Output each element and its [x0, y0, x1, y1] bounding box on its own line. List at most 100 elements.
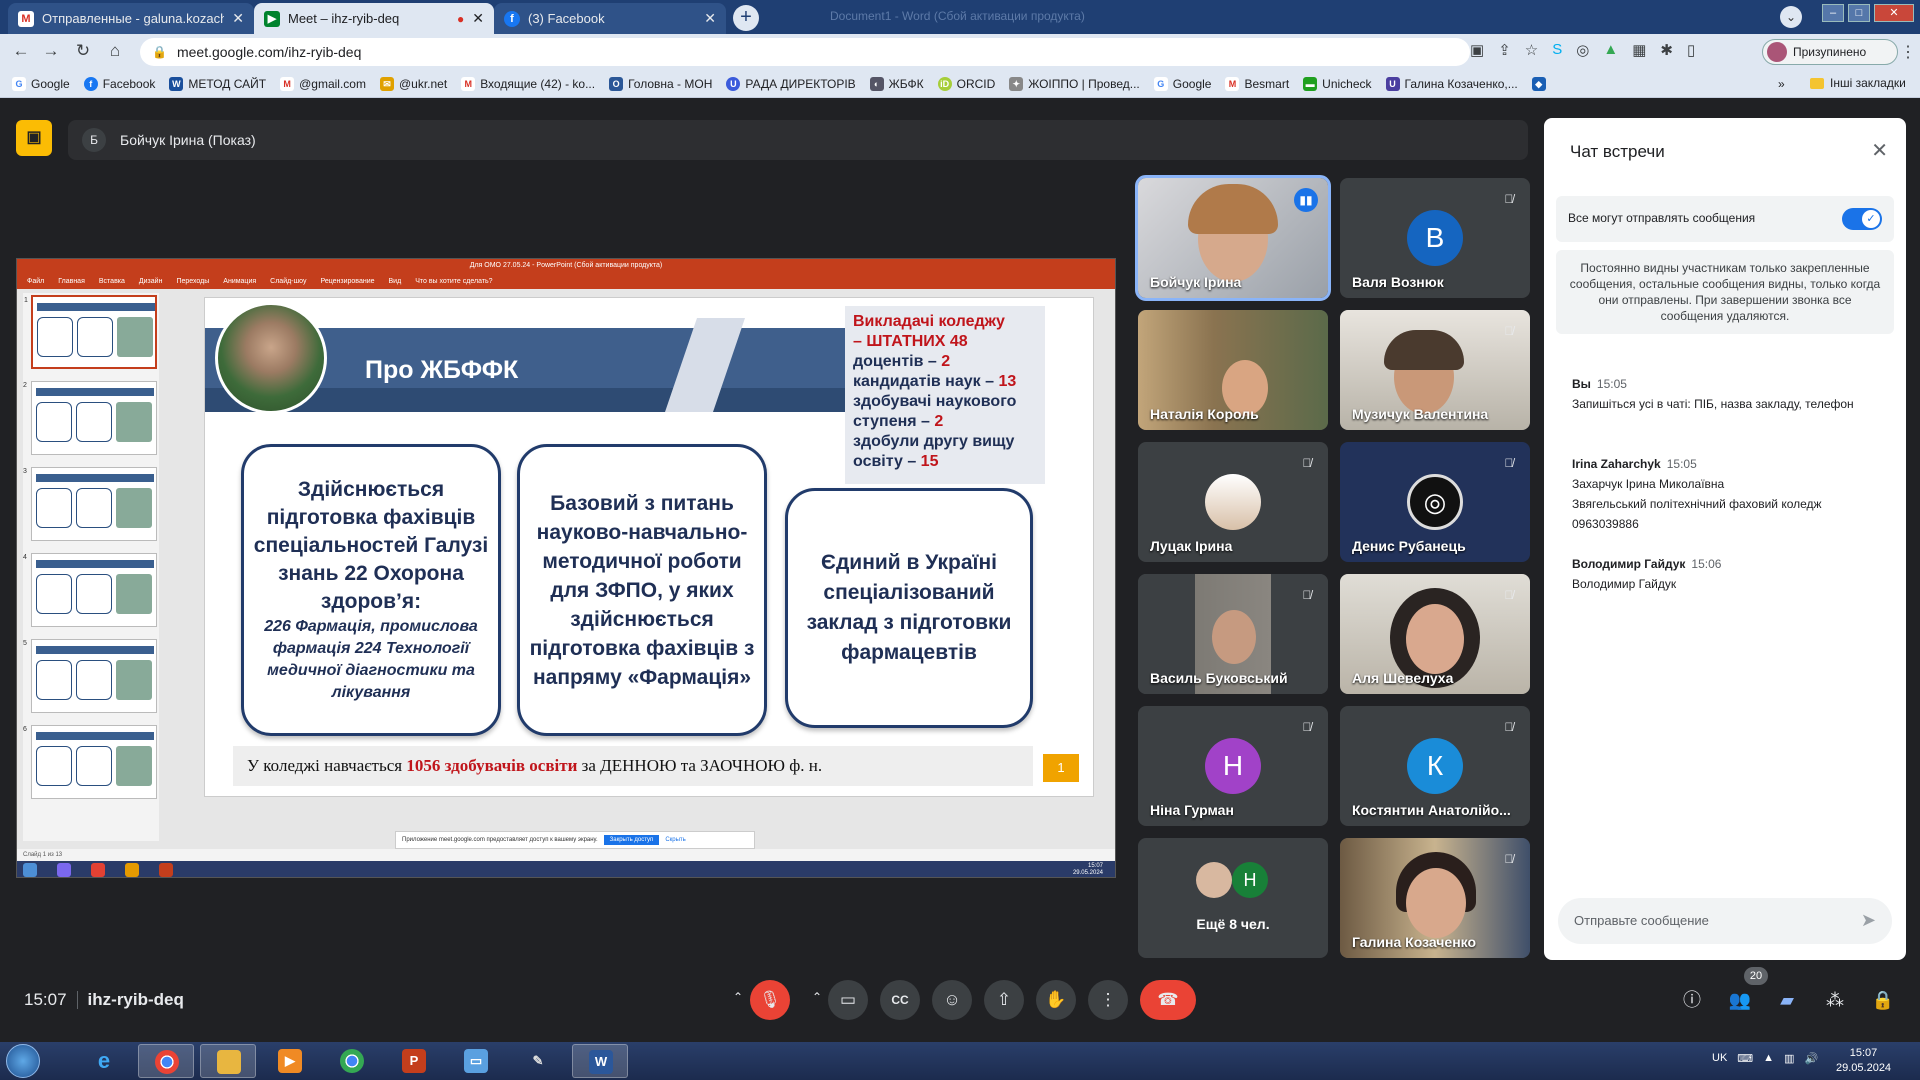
- participant-tile[interactable]: К 🎙̸ Костянтин Анатолійо...: [1340, 706, 1530, 826]
- bookmarks-overflow-button[interactable]: »: [1778, 77, 1785, 91]
- bookmark-item[interactable]: ✦ ЖОІППО | Провед...: [1009, 76, 1140, 91]
- participant-tile[interactable]: ▮▮ Бойчук Ірина: [1135, 175, 1331, 301]
- camera-icon[interactable]: ▣: [1470, 41, 1484, 59]
- share-icon[interactable]: ⇪: [1498, 41, 1511, 59]
- participant-tile[interactable]: 🎙̸ Аля Шевелуха: [1340, 574, 1530, 694]
- bookmark-item[interactable]: ◐ ЖБФК: [869, 76, 924, 91]
- profile-label: Призупинено: [1793, 45, 1867, 59]
- bookmark-item[interactable]: iD ORCID: [937, 76, 995, 91]
- chat-permission-toggle[interactable]: ✓: [1842, 208, 1882, 230]
- back-icon[interactable]: ←: [10, 40, 32, 62]
- new-tab-button[interactable]: +: [733, 5, 759, 31]
- host-controls-icon[interactable]: 🔒: [1870, 987, 1896, 1013]
- bookmark-item[interactable]: G Google: [12, 76, 70, 91]
- hide-notice-button[interactable]: Скрыть: [665, 837, 685, 843]
- participant-tile[interactable]: В 🎙̸ Валя Вознюк: [1340, 178, 1530, 298]
- mic-off-button[interactable]: 🎙: [750, 980, 790, 1020]
- star-icon[interactable]: ☆: [1525, 41, 1538, 59]
- taskbar-word[interactable]: W: [572, 1044, 628, 1078]
- raise-hand-button[interactable]: ✋: [1036, 980, 1076, 1020]
- skype-icon[interactable]: S: [1552, 41, 1562, 59]
- profile-button[interactable]: Призупинено: [1762, 39, 1898, 65]
- bookmark-item[interactable]: f Facebook: [83, 76, 155, 91]
- url-field[interactable]: 🔒 meet.google.com/ihz-ryib-deq: [140, 38, 1470, 66]
- send-icon[interactable]: ➤: [1861, 910, 1876, 931]
- taskbar-media[interactable]: ▶: [262, 1044, 318, 1078]
- reload-icon[interactable]: ↻: [72, 40, 94, 62]
- close-tab-icon[interactable]: ✕: [472, 10, 484, 27]
- home-icon[interactable]: ⌂: [104, 40, 126, 62]
- presentation-icon[interactable]: ▣: [16, 120, 52, 156]
- taskbar-ie[interactable]: e: [76, 1044, 132, 1078]
- browser-menu-icon[interactable]: ⋮: [1900, 42, 1916, 62]
- activities-icon[interactable]: ⁂: [1822, 987, 1848, 1013]
- keyboard-icon[interactable]: ⌨: [1737, 1052, 1753, 1065]
- maximize-button[interactable]: □: [1848, 4, 1870, 22]
- bookmark-item[interactable]: О Головна - МОН: [609, 76, 712, 91]
- bookmark-item[interactable]: ▬ Unicheck: [1303, 76, 1372, 91]
- people-icon[interactable]: 👥: [1727, 987, 1753, 1013]
- participant-tile[interactable]: ◎ 🎙̸ Денис Рубанець: [1340, 442, 1530, 562]
- check-icon: ✓: [1862, 210, 1880, 228]
- volume-icon[interactable]: 🔊: [1804, 1052, 1818, 1065]
- chat-message-input[interactable]: Отправьте сообщение ➤: [1558, 898, 1892, 944]
- close-tab-icon[interactable]: ✕: [232, 10, 244, 27]
- window-close-button[interactable]: ✕: [1874, 4, 1914, 22]
- close-icon[interactable]: ✕: [1871, 138, 1888, 163]
- camera-button[interactable]: ▭: [828, 980, 868, 1020]
- participant-tile[interactable]: Наталія Король: [1138, 310, 1328, 430]
- network-icon[interactable]: ▥: [1784, 1052, 1794, 1065]
- bookmark-item[interactable]: M Входящие (42) - ko...: [461, 76, 595, 91]
- minimize-button[interactable]: –: [1822, 4, 1844, 22]
- taskbar-powerpoint[interactable]: P: [386, 1044, 442, 1078]
- stop-sharing-button[interactable]: Закрыть доступ: [603, 835, 660, 845]
- tab-meet[interactable]: ▶ Meet – ihz-ryib-deq ● ✕: [254, 3, 494, 34]
- bookmark-item[interactable]: M @gmail.com: [280, 76, 366, 91]
- taskbar-chrome-2[interactable]: [324, 1044, 380, 1078]
- bookmark-item[interactable]: ◆: [1531, 76, 1551, 91]
- tab-facebook[interactable]: f (3) Facebook ✕: [494, 3, 726, 34]
- participant-tile[interactable]: 🎙̸ Василь Буковський: [1138, 574, 1328, 694]
- taskbar-monitor[interactable]: ▭: [448, 1044, 504, 1078]
- tab-search-icon[interactable]: ⌄: [1780, 6, 1802, 28]
- folder-icon: [1810, 77, 1824, 89]
- bookmark-item[interactable]: ✉ @ukr.net: [379, 76, 447, 91]
- emoji-button[interactable]: ☺: [932, 980, 972, 1020]
- participant-tile[interactable]: 🎙̸ Галина Козаченко: [1340, 838, 1530, 958]
- bookmark-item[interactable]: W МЕТОД САЙТ: [169, 76, 266, 91]
- taskbar-explorer[interactable]: [200, 1044, 256, 1078]
- drive-icon[interactable]: ▲: [1603, 41, 1618, 59]
- participant-tile[interactable]: Н 🎙̸ Ніна Гурман: [1138, 706, 1328, 826]
- start-button[interactable]: [6, 1044, 40, 1078]
- chat-icon[interactable]: ▰: [1774, 987, 1800, 1013]
- video-options-icon[interactable]: ⌃: [812, 990, 822, 1004]
- participant-tile[interactable]: 🎙̸ Луцак Ірина: [1138, 442, 1328, 562]
- bookmark-item[interactable]: M Besmart: [1225, 76, 1289, 91]
- audio-options-icon[interactable]: ⌃: [733, 990, 743, 1004]
- monitor-icon: ▭: [464, 1049, 488, 1073]
- extension-icon[interactable]: ▦: [1632, 41, 1646, 59]
- more-options-button[interactable]: ⋮: [1088, 980, 1128, 1020]
- present-button[interactable]: ⇧: [984, 980, 1024, 1020]
- tab-gmail[interactable]: M Отправленные - galuna.kozache ✕: [8, 3, 254, 34]
- more-participants-tile[interactable]: Н Ещё 8 чел.: [1138, 838, 1328, 958]
- close-tab-icon[interactable]: ✕: [704, 10, 716, 27]
- bookmark-item[interactable]: G Google: [1153, 76, 1211, 91]
- info-icon[interactable]: ⓘ: [1679, 987, 1705, 1013]
- taskbar-tool[interactable]: ✎: [510, 1044, 566, 1078]
- participant-tile[interactable]: 🎙̸ Музичук Валентина: [1340, 310, 1530, 430]
- leave-call-button[interactable]: ☎: [1140, 980, 1196, 1020]
- sidepanel-icon[interactable]: ▯: [1687, 41, 1695, 59]
- captions-button[interactable]: CC: [880, 980, 920, 1020]
- ribbon-tab: Анимация: [223, 277, 257, 285]
- bookmark-item[interactable]: U Галина Козаченко,...: [1385, 76, 1518, 91]
- system-clock[interactable]: 15:07 29.05.2024: [1836, 1046, 1891, 1076]
- language-indicator[interactable]: UK: [1712, 1052, 1727, 1065]
- extension-icon[interactable]: ◎: [1576, 41, 1589, 59]
- other-bookmarks[interactable]: Інші закладки: [1810, 76, 1906, 90]
- bookmark-item[interactable]: U РАДА ДИРЕКТОРІВ: [726, 76, 856, 91]
- taskbar-chrome[interactable]: [138, 1044, 194, 1078]
- puzzle-icon[interactable]: ✱: [1660, 41, 1673, 59]
- tray-arrow-icon[interactable]: ▲: [1763, 1052, 1774, 1065]
- forward-icon[interactable]: →: [40, 40, 62, 62]
